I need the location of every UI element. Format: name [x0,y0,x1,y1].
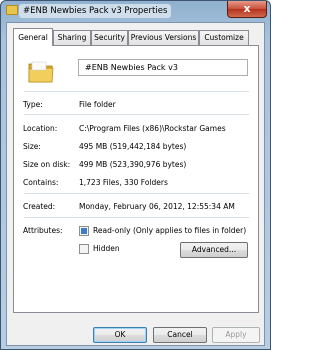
ok-button[interactable]: OK [93,327,147,343]
location-label: Location: [23,124,58,133]
tab-sharing[interactable]: Sharing [53,30,91,45]
divider [24,193,249,194]
window-title: #ENB Newbies Pack v3 Properties [19,4,172,18]
dialog-client-area: General Sharing Security Previous Versio… [6,22,265,346]
apply-button[interactable]: Apply [212,327,260,343]
attributes-label: Attributes: [23,226,63,235]
properties-window: #ENB Newbies Pack v3 Properties x Genera… [0,0,271,350]
general-panel: #ENB Newbies Pack v3 Type: File folder L… [13,45,259,313]
size-on-disk-value: 499 MB (523,390,976 bytes) [79,160,187,169]
created-label: Created: [23,202,56,211]
hidden-label[interactable]: Hidden [93,244,120,253]
tab-customize[interactable]: Customize [199,30,249,45]
folder-name-input[interactable]: #ENB Newbies Pack v3 [78,59,248,76]
divider [24,91,249,92]
contains-value: 1,723 Files, 330 Folders [79,178,168,187]
hidden-checkbox[interactable] [79,244,89,254]
readonly-label[interactable]: Read-only (Only applies to files in fold… [93,226,246,235]
size-label: Size: [23,142,41,151]
size-value: 495 MB (519,442,184 bytes) [79,142,187,151]
advanced-button[interactable]: Advanced... [180,242,248,258]
divider [24,217,249,218]
cancel-button[interactable]: Cancel [153,327,207,343]
contains-label: Contains: [23,178,59,187]
size-on-disk-label: Size on disk: [23,160,71,169]
tab-previous-versions[interactable]: Previous Versions [128,30,199,45]
type-value: File folder [79,100,116,109]
tab-security[interactable]: Security [91,30,128,45]
created-value: Monday, February 06, 2012, 12:55:34 AM [79,202,235,211]
readonly-checkbox[interactable] [79,226,89,236]
divider [24,114,249,115]
close-button[interactable]: x [227,1,267,18]
location-value: C:\Program Files (x86)\Rockstar Games [79,124,226,133]
title-bar[interactable]: #ENB Newbies Pack v3 Properties x [1,1,270,21]
folder-title-icon [6,5,18,15]
tab-general[interactable]: General [13,28,53,46]
folder-icon [28,61,54,83]
type-label: Type: [23,100,43,109]
